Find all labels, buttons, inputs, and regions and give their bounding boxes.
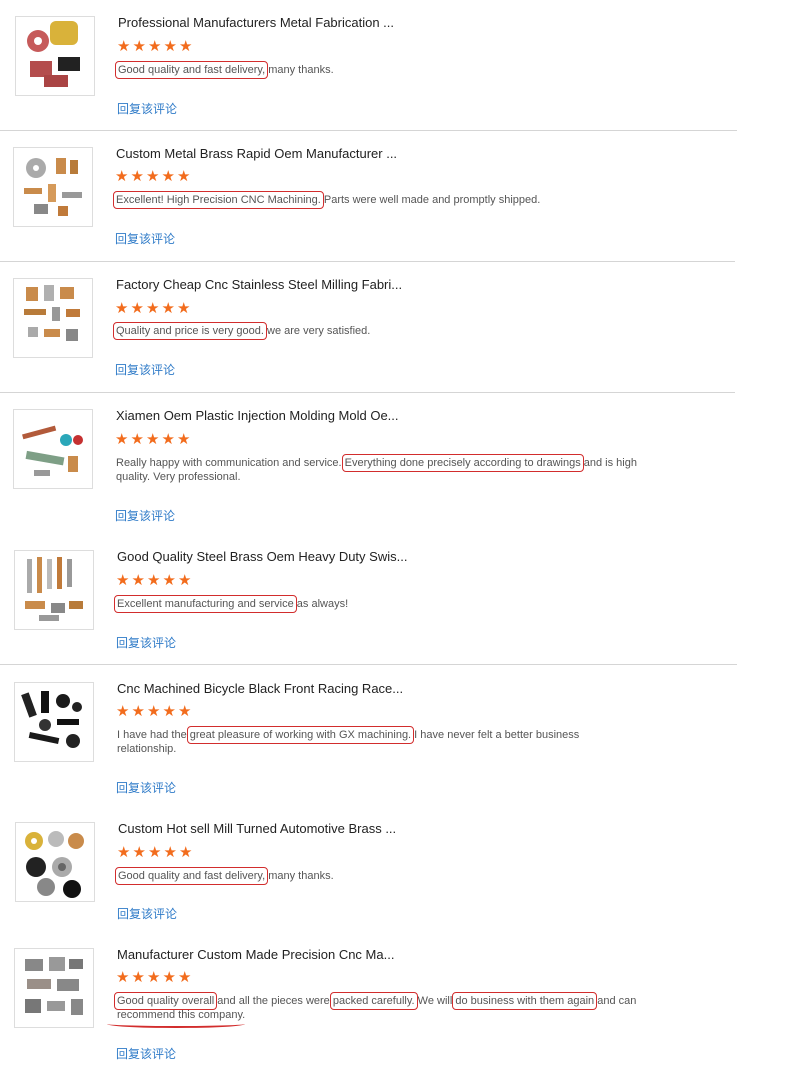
highlight-box: Good quality overall	[113, 992, 218, 1010]
product-thumbnail[interactable]	[13, 147, 93, 227]
product-thumbnail[interactable]	[15, 16, 95, 96]
highlight-box: Good quality and fast delivery,	[114, 61, 269, 79]
review-text: Good quality overall and all the pieces …	[113, 992, 637, 1021]
product-thumbnail[interactable]	[14, 948, 94, 1028]
reply-link[interactable]: 回复该评论	[116, 779, 176, 796]
reply-link[interactable]: 回复该评论	[117, 905, 177, 922]
review-text: Excellent! High Precision CNC Machining.…	[113, 191, 541, 209]
divider	[0, 392, 735, 393]
review-text: Good quality and fast delivery, many tha…	[114, 867, 334, 885]
rating-stars: ★ ★ ★ ★ ★	[115, 300, 191, 317]
review-product-title[interactable]: Custom Hot sell Mill Turned Automotive B…	[118, 821, 396, 836]
rating-stars: ★ ★ ★ ★ ★	[115, 431, 191, 448]
highlight-box: Excellent manufacturing and service	[114, 595, 297, 613]
product-thumbnail[interactable]	[14, 682, 94, 762]
review-product-title[interactable]: Custom Metal Brass Rapid Oem Manufacture…	[116, 146, 397, 161]
rating-stars: ★ ★ ★ ★ ★	[117, 844, 193, 861]
review-product-title[interactable]: Professional Manufacturers Metal Fabrica…	[118, 15, 394, 30]
highlight-box: Excellent! High Precision CNC Machining.	[113, 191, 324, 209]
red-underline	[107, 1020, 245, 1028]
highlight-box: Everything done precisely according to d…	[341, 454, 584, 472]
review-product-title[interactable]: Manufacturer Custom Made Precision Cnc M…	[117, 947, 394, 962]
highlight-box: Good quality and fast delivery,	[114, 867, 269, 885]
reply-link[interactable]: 回复该评论	[115, 361, 175, 378]
highlight-box: do business with them again	[452, 992, 598, 1010]
review-text: Really happy with communication and serv…	[116, 454, 637, 483]
review-product-title[interactable]: Factory Cheap Cnc Stainless Steel Millin…	[116, 277, 402, 292]
rating-stars: ★ ★ ★ ★ ★	[116, 572, 192, 589]
reply-link[interactable]: 回复该评论	[115, 230, 175, 247]
highlight-box: great pleasure of working with GX machin…	[186, 726, 415, 744]
product-thumbnail[interactable]	[13, 278, 93, 358]
review-product-title[interactable]: Xiamen Oem Plastic Injection Molding Mol…	[116, 408, 399, 423]
reply-link[interactable]: 回复该评论	[116, 634, 176, 651]
rating-stars: ★ ★ ★ ★ ★	[116, 969, 192, 986]
product-thumbnail[interactable]	[13, 409, 93, 489]
rating-stars: ★ ★ ★ ★ ★	[115, 168, 191, 185]
product-thumbnail[interactable]	[14, 550, 94, 630]
reply-link[interactable]: 回复该评论	[115, 507, 175, 524]
review-product-title[interactable]: Cnc Machined Bicycle Black Front Racing …	[117, 681, 403, 696]
review-text: Good quality and fast delivery, many tha…	[114, 61, 334, 79]
product-thumbnail[interactable]	[15, 822, 95, 902]
review-text: Quality and price is very good. we are v…	[113, 322, 371, 340]
reply-link[interactable]: 回复该评论	[117, 100, 177, 117]
review-product-title[interactable]: Good Quality Steel Brass Oem Heavy Duty …	[117, 549, 407, 564]
highlight-box: packed carefully.	[329, 992, 418, 1010]
rating-stars: ★ ★ ★ ★ ★	[117, 38, 193, 55]
divider	[0, 664, 737, 665]
reply-link[interactable]: 回复该评论	[116, 1045, 176, 1062]
divider	[0, 130, 737, 131]
review-text: Excellent manufacturing and service as a…	[114, 595, 349, 613]
review-text: I have had the great pleasure of working…	[117, 726, 580, 755]
rating-stars: ★ ★ ★ ★ ★	[116, 703, 192, 720]
divider	[0, 261, 735, 262]
highlight-box: Quality and price is very good.	[113, 322, 267, 340]
